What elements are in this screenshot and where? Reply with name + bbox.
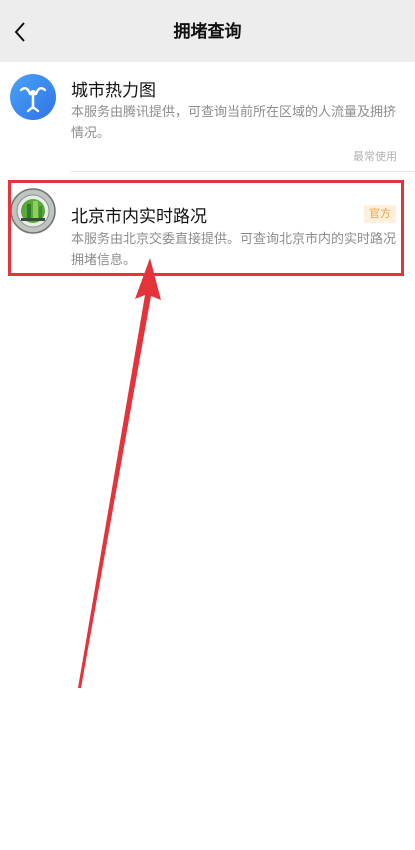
nav-bar: 拥堵查询 <box>0 0 415 62</box>
list-item-city-heatmap[interactable]: 城市热力图 本服务由腾讯提供，可查询当前所在区域的人流量及拥挤情况。 最常使用 <box>0 62 415 172</box>
page-title: 拥堵查询 <box>173 22 242 42</box>
most-used-tag: 最常使用 <box>353 150 397 163</box>
item-description: 本服务由腾讯提供，可查询当前所在区域的人流量及拥挤情况。 <box>71 105 397 141</box>
item-title: 城市热力图 <box>71 81 156 101</box>
heatmap-person-icon <box>10 74 56 120</box>
beijing-transport-logo <box>10 188 56 234</box>
item-title: 北京市内实时路况 <box>71 207 207 227</box>
list-item-beijing-traffic[interactable]: 北京市内实时路况 官方 本服务由北京交委直接提供。可查询北京市内的实时路况拥堵信… <box>0 172 415 282</box>
item-description: 本服务由北京交委直接提供。可查询北京市内的实时路况拥堵信息。 <box>71 232 397 268</box>
official-badge: 官方 <box>364 205 396 223</box>
